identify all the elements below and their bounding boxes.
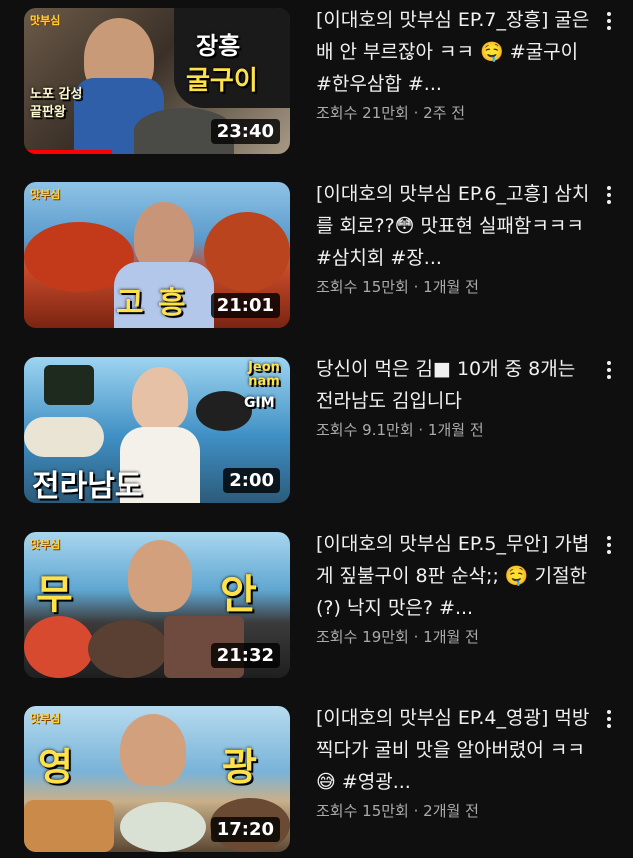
video-info[interactable]: 당신이 먹은 김■ 10개 중 8개는 전라남도 김입니다 조회수 9.1만회 …: [316, 353, 592, 441]
overlay-region-right: 광: [222, 745, 257, 789]
video-title[interactable]: 당신이 먹은 김■ 10개 중 8개는 전라남도 김입니다: [316, 353, 592, 417]
more-vert-icon[interactable]: [598, 532, 620, 558]
overlay-caption: 노포 감성 끝판왕: [30, 87, 83, 120]
overlay-dish: 굴구이: [186, 66, 258, 96]
person-figure: [120, 714, 186, 786]
overlay-region: 고 흥: [116, 286, 188, 321]
channel-badge: 맛부심: [30, 14, 61, 27]
video-item[interactable]: 맛부심 장흥 굴구이 노포 감성 끝판왕 23:40 [이대호의 맛부심 EP.…: [0, 0, 633, 160]
channel-badge: 맛부심: [30, 538, 61, 551]
video-title[interactable]: [이대호의 맛부심 EP.7_장흥] 굴은 배 안 부르잖아 ㅋㅋ 🤤 #굴구이…: [316, 4, 592, 100]
video-thumbnail[interactable]: 맛부심 영 광 17:20: [24, 706, 290, 852]
more-vert-icon[interactable]: [598, 8, 620, 34]
overlay-region-right: 안: [220, 572, 257, 618]
person-figure: [128, 540, 192, 612]
overlay-region: 전라남도: [32, 469, 143, 503]
video-title[interactable]: [이대호의 맛부심 EP.6_고흥] 삼치를 회로??😳 맛표현 실패함ㅋㅋㅋ …: [316, 178, 592, 274]
video-item[interactable]: 맛부심 영 광 17:20 [이대호의 맛부심 EP.4_영광] 먹방 찍다가 …: [0, 698, 633, 858]
watch-progress-bar: [24, 150, 112, 154]
channel-badge: 맛부심: [30, 188, 61, 201]
channel-badge: 맛부심: [30, 712, 61, 725]
video-info[interactable]: [이대호의 맛부심 EP.7_장흥] 굴은 배 안 부르잖아 ㅋㅋ 🤤 #굴구이…: [316, 4, 592, 124]
person-figure: [132, 367, 188, 431]
kimbap-plate: [24, 417, 104, 457]
video-info[interactable]: [이대호의 맛부심 EP.5_무안] 가볍게 짚불구이 8판 순삭;; 🤤 기절…: [316, 528, 592, 648]
overlay-english: Jeon nam: [248, 360, 280, 389]
video-info[interactable]: [이대호의 맛부심 EP.6_고흥] 삼치를 회로??😳 맛표현 실패함ㅋㅋㅋ …: [316, 178, 592, 298]
video-thumbnail[interactable]: 맛부심 장흥 굴구이 노포 감성 끝판왕 23:40: [24, 8, 290, 154]
video-thumbnail[interactable]: Jeon nam GIM 전라남도 2:00: [24, 357, 290, 503]
gulbi-fish: [24, 800, 114, 852]
food-plate-right: [204, 212, 290, 292]
duration-badge: 2:00: [223, 468, 280, 493]
overlay-region-left: 무: [36, 572, 73, 618]
food-plate-center: [88, 620, 168, 678]
video-thumbnail[interactable]: 맛부심 무 안 21:32: [24, 532, 290, 678]
gim-sheet: [44, 365, 94, 405]
duration-badge: 21:01: [210, 293, 280, 318]
video-item[interactable]: Jeon nam GIM 전라남도 2:00 당신이 먹은 김■ 10개 중 8…: [0, 349, 633, 509]
soup-bowl: [120, 802, 206, 852]
duration-badge: 23:40: [210, 119, 280, 144]
food-plate-left: [24, 616, 94, 678]
video-meta: 조회수 19만회 · 1개월 전: [316, 628, 479, 646]
overlay-region: 장흥: [196, 32, 241, 60]
video-info[interactable]: [이대호의 맛부심 EP.4_영광] 먹방 찍다가 굴비 맛을 알아버렸어 ㅋㅋ…: [316, 702, 592, 822]
duration-badge: 17:20: [210, 817, 280, 842]
video-meta: 조회수 9.1만회 · 1개월 전: [316, 421, 484, 439]
video-title[interactable]: [이대호의 맛부심 EP.4_영광] 먹방 찍다가 굴비 맛을 알아버렸어 ㅋㅋ…: [316, 702, 592, 798]
video-thumbnail[interactable]: 맛부심 고 흥 21:01: [24, 182, 290, 328]
more-vert-icon[interactable]: [598, 357, 620, 383]
more-vert-icon[interactable]: [598, 182, 620, 208]
more-vert-icon[interactable]: [598, 706, 620, 732]
video-meta: 조회수 21만회 · 2주 전: [316, 104, 466, 122]
overlay-gim: GIM: [244, 395, 275, 411]
video-list: 맛부심 장흥 굴구이 노포 감성 끝판왕 23:40 [이대호의 맛부심 EP.…: [0, 0, 633, 852]
video-meta: 조회수 15만회 · 2개월 전: [316, 802, 479, 820]
video-item[interactable]: 맛부심 무 안 21:32 [이대호의 맛부심 EP.5_무안] 가볍게 짚불구…: [0, 524, 633, 684]
video-title[interactable]: [이대호의 맛부심 EP.5_무안] 가볍게 짚불구이 8판 순삭;; 🤤 기절…: [316, 528, 592, 624]
duration-badge: 21:32: [210, 643, 280, 668]
video-meta: 조회수 15만회 · 1개월 전: [316, 278, 479, 296]
video-item[interactable]: 맛부심 고 흥 21:01 [이대호의 맛부심 EP.6_고흥] 삼치를 회로?…: [0, 174, 633, 334]
overlay-region-left: 영: [38, 745, 73, 789]
